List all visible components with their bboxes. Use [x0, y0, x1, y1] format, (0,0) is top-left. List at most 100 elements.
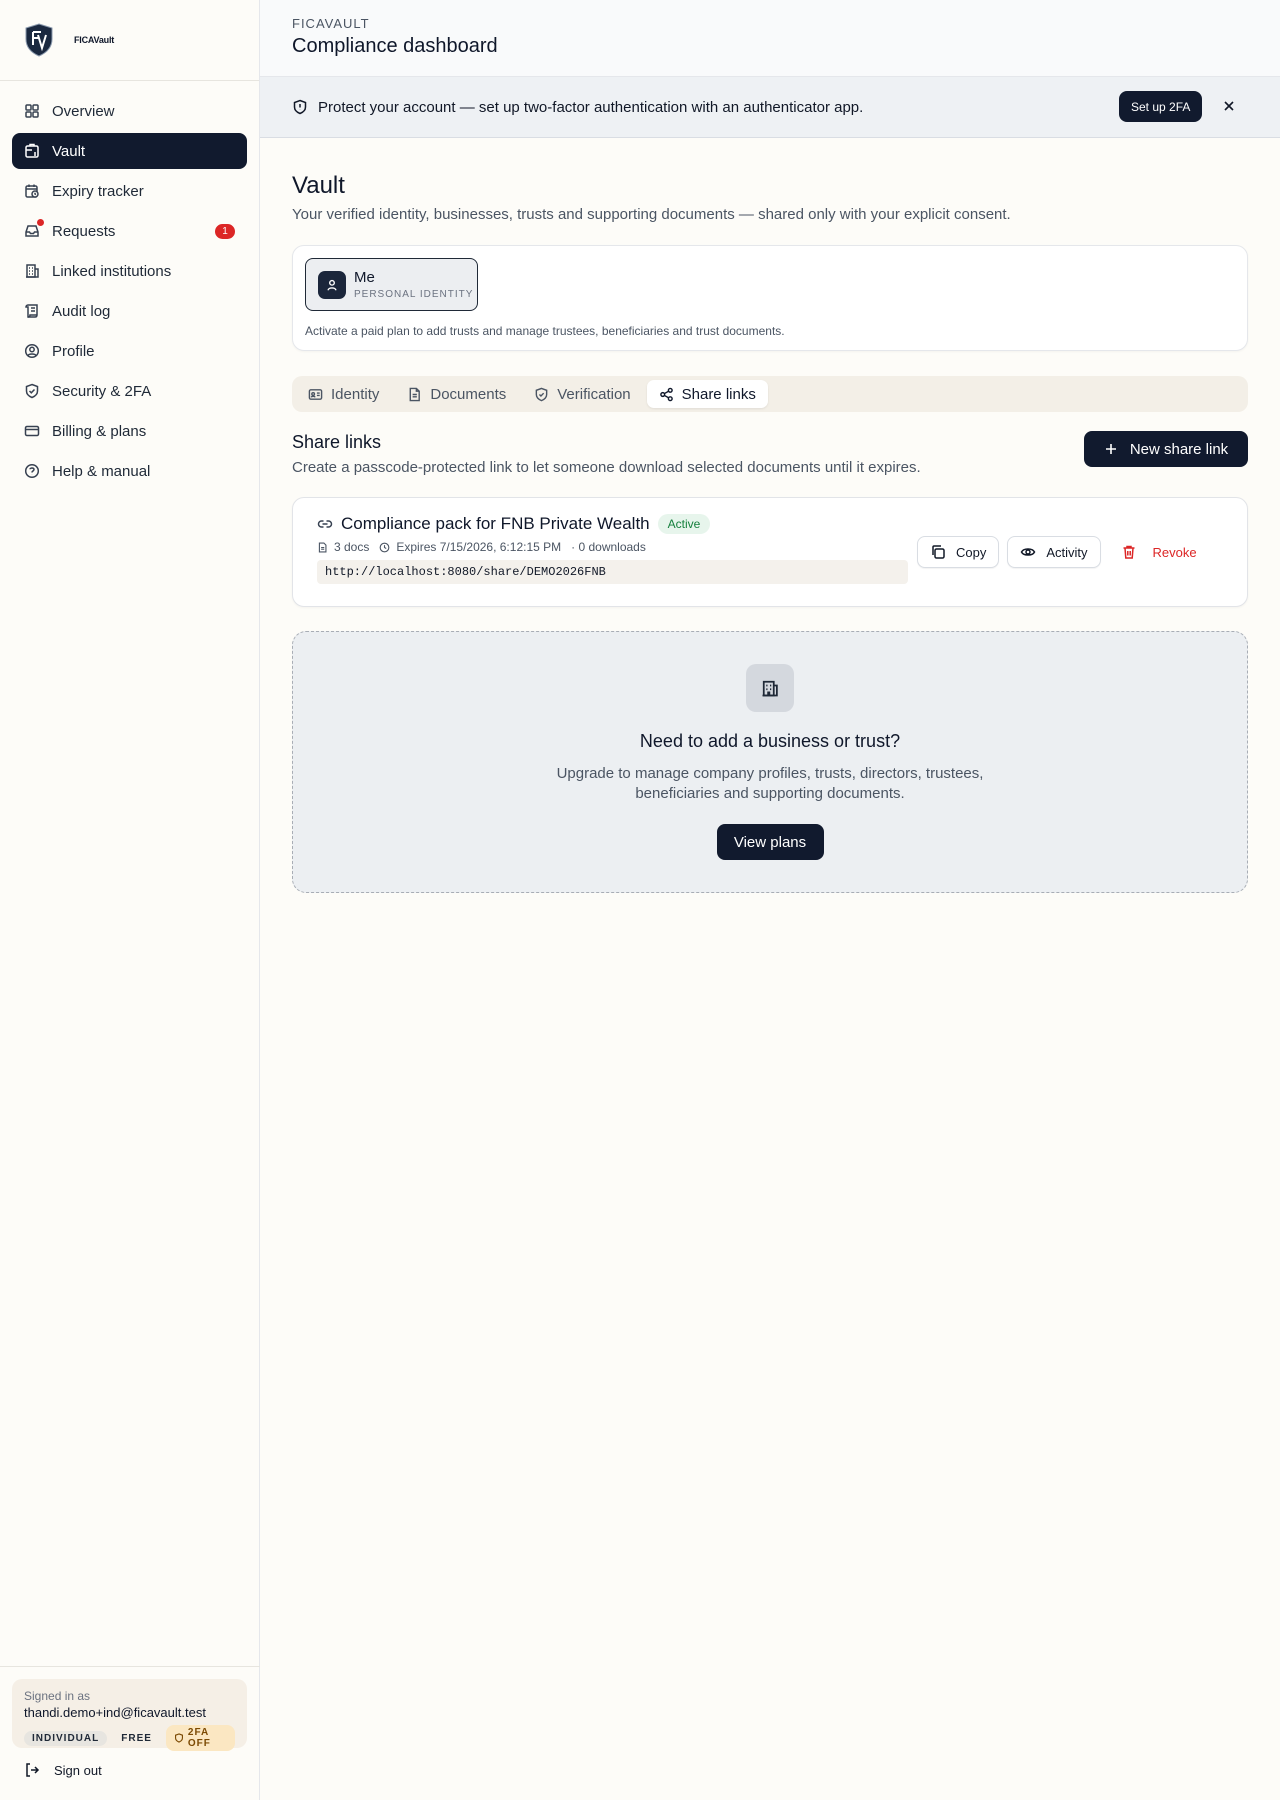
page-header: FICAVAULT Compliance dashboard [260, 0, 1280, 77]
copy-label: Copy [956, 544, 987, 560]
tab-share-links[interactable]: Share links [646, 380, 768, 408]
sidebar-nav: Overview Vault Expiry tracker Requests 1 [0, 81, 259, 489]
vault-content: Vault Your verified identity, businesses… [260, 172, 1280, 893]
building-icon [746, 664, 794, 712]
plan-tier-chip: FREE [121, 1732, 152, 1744]
twofa-banner: Protect your account — set up two-factor… [260, 77, 1280, 138]
main-area: FICAVAULT Compliance dashboard Protect y… [260, 0, 1280, 1800]
tab-label: Share links [681, 385, 756, 403]
share-links-header: Share links Create a passcode-protected … [292, 431, 1248, 482]
grid-icon [24, 103, 40, 119]
revoke-label: Revoke [1152, 544, 1197, 560]
header-kicker: FICAVAULT [292, 16, 370, 31]
new-share-link-button[interactable]: New share link [1084, 431, 1248, 467]
new-share-link-label: New share link [1129, 440, 1229, 458]
share-link-expires: Expires 7/15/2026, 6:12:15 PM [396, 540, 562, 554]
trash-icon [1121, 544, 1137, 560]
account-card: Signed in as thandi.demo+ind@ficavault.t… [12, 1679, 247, 1751]
tab-label: Documents [430, 385, 507, 403]
vault-tabs: Identity Documents Verification Share li… [292, 376, 1248, 412]
sidebar-item-vault[interactable]: Vault [12, 133, 247, 169]
inbox-icon [24, 219, 44, 239]
user-circle-icon [24, 343, 40, 359]
share-link-actions: Copy Activity Revoke [917, 536, 1209, 568]
entity-selector-card: Me PERSONAL IDENTITY Activate a paid pla… [292, 245, 1248, 351]
calendar-clock-icon [24, 183, 40, 199]
sidebar-item-requests[interactable]: Requests 1 [12, 213, 247, 249]
account-chips: INDIVIDUAL FREE 2FA OFF [24, 1725, 235, 1751]
upgrade-title: Need to add a business or trust? [639, 731, 901, 751]
share-link-docs: 3 docs [334, 540, 370, 554]
sidebar-item-label: Help & manual [52, 462, 151, 480]
sidebar-item-label: Linked institutions [52, 262, 172, 280]
sign-out-label: Sign out [54, 1762, 102, 1778]
plan-type-chip: INDIVIDUAL [24, 1730, 108, 1746]
share-link-downloads: · 0 downloads [571, 540, 646, 554]
brand[interactable]: FICAVault [0, 0, 259, 81]
banner-text: Protect your account — set up two-factor… [318, 98, 864, 116]
revoke-button[interactable]: Revoke [1109, 536, 1209, 568]
notification-dot [37, 219, 44, 226]
sidebar-item-label: Security & 2FA [52, 382, 152, 400]
entity-name: Me [354, 269, 375, 286]
share-link-title-row: Compliance pack for FNB Private Wealth A… [317, 514, 1223, 534]
account-email: thandi.demo+ind@ficavault.test [24, 1705, 206, 1720]
share-link-card: Compliance pack for FNB Private Wealth A… [292, 497, 1248, 607]
id-card-icon [308, 387, 323, 402]
copy-button[interactable]: Copy [917, 536, 1000, 568]
sidebar-item-label: Vault [52, 142, 86, 160]
entity-chip-me[interactable]: Me PERSONAL IDENTITY [305, 258, 478, 311]
sidebar: FICAVault Overview Vault Expiry tracker [0, 0, 260, 1800]
user-icon [318, 270, 346, 299]
view-plans-button[interactable]: View plans [716, 824, 824, 860]
shield-icon [174, 1733, 184, 1743]
activity-button[interactable]: Activity [1007, 536, 1101, 568]
help-circle-icon [24, 463, 40, 479]
sidebar-item-security[interactable]: Security & 2FA [12, 373, 247, 409]
share-link-name: Compliance pack for FNB Private Wealth [341, 514, 650, 533]
tab-identity[interactable]: Identity [296, 380, 391, 408]
requests-count-badge: 1 [215, 224, 235, 239]
tab-verification[interactable]: Verification [522, 380, 642, 408]
sidebar-item-audit-log[interactable]: Audit log [12, 293, 247, 329]
activity-label: Activity [1046, 544, 1088, 560]
close-icon[interactable] [1222, 99, 1236, 113]
document-icon [317, 541, 328, 553]
page-title: Vault [292, 172, 345, 199]
tab-label: Identity [331, 385, 380, 403]
logo-shield-icon [24, 23, 54, 57]
sidebar-item-expiry-tracker[interactable]: Expiry tracker [12, 173, 247, 209]
signed-in-label: Signed in as [24, 1689, 91, 1703]
entity-kind: PERSONAL IDENTITY [354, 289, 474, 300]
credit-card-icon [24, 423, 40, 439]
document-icon [407, 387, 422, 402]
logout-icon [24, 1762, 40, 1778]
sidebar-item-label: Billing & plans [52, 422, 147, 440]
sidebar-item-label: Overview [52, 102, 115, 120]
scroll-icon [24, 303, 40, 319]
sidebar-item-overview[interactable]: Overview [12, 93, 247, 129]
copy-icon [930, 544, 946, 560]
shield-icon [534, 387, 549, 402]
sidebar-item-profile[interactable]: Profile [12, 333, 247, 369]
shield-check-icon [24, 383, 40, 399]
setup-2fa-button[interactable]: Set up 2FA [1119, 91, 1203, 122]
header-title: Compliance dashboard [292, 35, 498, 57]
sidebar-item-label: Profile [52, 342, 95, 360]
sidebar-item-label: Expiry tracker [52, 182, 144, 200]
twofa-status-chip: 2FA OFF [165, 1725, 235, 1751]
status-badge: Active [657, 514, 711, 534]
sign-out-button[interactable]: Sign out [24, 1762, 102, 1778]
sidebar-item-billing[interactable]: Billing & plans [12, 413, 247, 449]
upgrade-subtitle: Upgrade to manage company profiles, trus… [556, 765, 984, 802]
entity-upgrade-note: Activate a paid plan to add trusts and m… [305, 324, 785, 338]
vault-icon [24, 143, 40, 159]
share-link-url[interactable]: http://localhost:8080/share/DEMO2026FNB [317, 560, 908, 584]
sidebar-divider [0, 1666, 260, 1667]
twofa-status-label: 2FA OFF [187, 1727, 211, 1749]
tab-documents[interactable]: Documents [395, 380, 518, 408]
upgrade-card: Need to add a business or trust? Upgrade… [292, 631, 1248, 893]
link-icon [317, 516, 333, 532]
sidebar-item-linked-institutions[interactable]: Linked institutions [12, 253, 247, 289]
sidebar-item-help[interactable]: Help & manual [12, 453, 247, 489]
